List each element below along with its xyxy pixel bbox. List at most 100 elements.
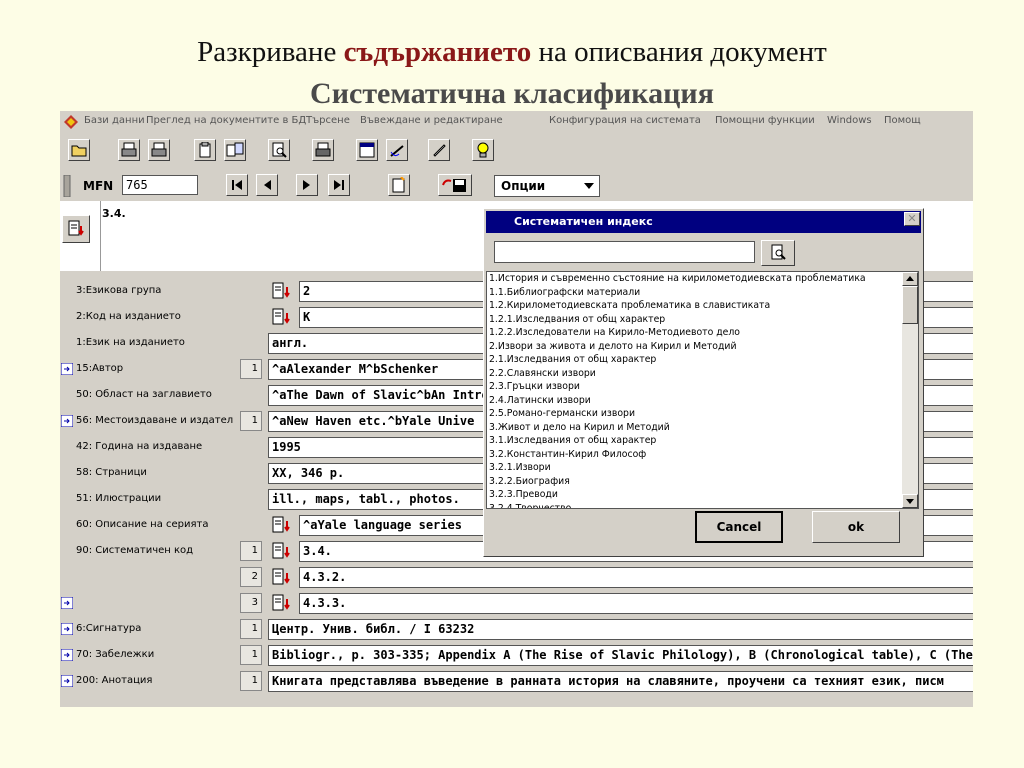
save-record-button[interactable]	[438, 174, 472, 196]
menu-item-databases[interactable]: Бази данни	[84, 115, 145, 126]
prev-record-button[interactable]	[256, 174, 278, 196]
field-label: 200: Анотация	[76, 675, 153, 686]
index-list-item[interactable]: 3.2.Константин-Кирил Философ	[487, 448, 918, 462]
slide-title: Разкриване съдържанието на описвания док…	[0, 36, 1024, 69]
index-list-item[interactable]: 3.2.3.Преводи	[487, 488, 918, 502]
index-list-item[interactable]: 1.2.1.Изследвания от общ характер	[487, 313, 918, 327]
sign-button[interactable]	[386, 139, 408, 161]
link-icon[interactable]	[61, 363, 73, 375]
hint-button[interactable]	[472, 139, 494, 161]
cancel-button[interactable]: Cancel	[695, 511, 783, 543]
link-icon[interactable]	[61, 675, 73, 687]
link-icon[interactable]	[61, 415, 73, 427]
document-arrow-icon	[68, 220, 84, 236]
menu-item-browse[interactable]: Преглед на документите в БД	[146, 115, 306, 126]
document-arrow-icon[interactable]	[270, 281, 294, 301]
mfn-input[interactable]: 765	[122, 175, 198, 195]
occurrence-number: 1	[240, 645, 262, 665]
print-txt-button[interactable]	[118, 139, 140, 161]
scroll-down-button[interactable]	[902, 494, 918, 508]
field-label: 58: Страници	[76, 467, 147, 478]
new-record-button[interactable]	[388, 174, 410, 196]
index-list-item[interactable]: 2.3.Гръцки извори	[487, 380, 918, 394]
print-button[interactable]	[312, 139, 334, 161]
index-search-button[interactable]	[761, 240, 795, 266]
document-arrow-icon[interactable]	[270, 567, 294, 587]
index-list-item[interactable]: 3.2.1.Извори	[487, 461, 918, 475]
index-list[interactable]: 1.История и съвременно състояние на кири…	[486, 271, 919, 509]
first-icon	[232, 180, 242, 190]
first-record-button[interactable]	[226, 174, 248, 196]
next-record-button[interactable]	[296, 174, 318, 196]
clipboard-icon	[199, 142, 211, 158]
ok-button[interactable]: ok	[812, 511, 900, 543]
index-list-item[interactable]: 1.1.Библиографски материали	[487, 286, 918, 300]
index-list-item[interactable]: 1.2.2.Изследователи на Кирило-Методиевот…	[487, 326, 918, 340]
document-arrow-icon[interactable]	[270, 593, 294, 613]
index-list-item[interactable]: 3.1.Изследвания от общ характер	[487, 434, 918, 448]
printer-rtf-icon	[151, 142, 167, 157]
index-list-item[interactable]: 3.2.2.Биография	[487, 475, 918, 489]
field-value[interactable]: Центр. Унив. библ. / I 63232	[268, 619, 973, 640]
menu-item-search[interactable]: Търсене	[306, 115, 350, 126]
index-search-input[interactable]	[494, 241, 755, 263]
index-list-item[interactable]: 1.2.Кирилометодиевската проблематика в с…	[487, 299, 918, 313]
field-label: 51: Илюстрации	[76, 493, 162, 504]
occurrence-number: 3	[240, 593, 262, 613]
field-value[interactable]: 4.3.3.	[299, 593, 973, 614]
field-row: 3 4.3.3.	[60, 590, 973, 616]
slide-title-highlight: съдържанието	[343, 36, 532, 68]
systematic-index-dialog: Систематичен индекс ✕ 1.История и съврем…	[483, 208, 924, 557]
index-list-item[interactable]: 2.Извори за живота и делото на Кирил и М…	[487, 340, 918, 354]
field-value[interactable]: 4.3.2.	[299, 567, 973, 588]
menu-item-help[interactable]: Помощ	[884, 115, 921, 126]
clipboard-button[interactable]	[194, 139, 216, 161]
index-list-scrollbar[interactable]	[902, 272, 918, 508]
index-list-item[interactable]: 3.Живот и дело на Кирил и Методий	[487, 421, 918, 435]
magnifier-doc-icon	[272, 142, 287, 158]
index-list-item[interactable]: 2.5.Романо-германски извори	[487, 407, 918, 421]
link-icon[interactable]	[61, 597, 73, 609]
menu-item-windows[interactable]: Windows	[827, 115, 872, 126]
document-arrow-icon[interactable]	[270, 307, 294, 327]
slide-title-before: Разкриване	[197, 36, 344, 68]
link-icon[interactable]	[61, 623, 73, 635]
field-label: 42: Година на издаване	[76, 441, 203, 452]
field-row: 70: Забележки 1 Bibliogr., p. 303-335; App…	[60, 642, 973, 668]
field-label: 56: Местоиздаване и издател	[76, 415, 234, 426]
field-label: 2:Код на изданието	[76, 311, 181, 322]
index-list-item[interactable]: 3.2.4.Творчество	[487, 502, 918, 509]
menu-item-utilities[interactable]: Помощни функции	[715, 115, 815, 126]
field-value[interactable]: Книгата представлява въведение в ранната…	[268, 671, 973, 692]
open-folder-button[interactable]	[68, 139, 90, 161]
index-list-item[interactable]: 2.4.Латински извори	[487, 394, 918, 408]
last-record-button[interactable]	[328, 174, 350, 196]
document-arrow-icon[interactable]	[270, 541, 294, 561]
chevron-down-icon	[584, 183, 594, 189]
form-button[interactable]	[356, 139, 378, 161]
copy-button[interactable]	[224, 139, 246, 161]
edit-button[interactable]	[428, 139, 450, 161]
index-list-item[interactable]: 2.1.Изследвания от общ характер	[487, 353, 918, 367]
top-field-edit-button[interactable]	[62, 215, 90, 243]
occurrence-number: 2	[240, 567, 262, 587]
scroll-up-button[interactable]	[902, 272, 918, 286]
dialog-close-button[interactable]: ✕	[904, 212, 920, 226]
pen-sign-icon	[390, 145, 404, 157]
preview-button[interactable]	[268, 139, 290, 161]
document-arrow-icon[interactable]	[270, 515, 294, 535]
options-dropdown[interactable]: Опции	[494, 175, 600, 197]
menu-item-edit[interactable]: Въвеждане и редактиране	[360, 115, 503, 126]
index-list-item[interactable]: 2.2.Славянски извори	[487, 367, 918, 381]
print-rtf-button[interactable]	[148, 139, 170, 161]
occurrence-number: 1	[240, 541, 262, 561]
link-icon[interactable]	[61, 649, 73, 661]
scroll-thumb[interactable]	[902, 286, 918, 324]
field-label: 15:Автор	[76, 363, 124, 374]
index-list-item[interactable]: 1.История и съвременно състояние на кири…	[487, 272, 918, 286]
occurrence-number: 1	[240, 619, 262, 639]
field-value[interactable]: Bibliogr., p. 303-335; Appendix A (The R…	[268, 645, 973, 666]
menu-item-config[interactable]: Конфигурация на системата	[549, 115, 701, 126]
app-logo-icon	[64, 115, 78, 129]
top-field-value[interactable]: 3.4.	[102, 207, 126, 220]
